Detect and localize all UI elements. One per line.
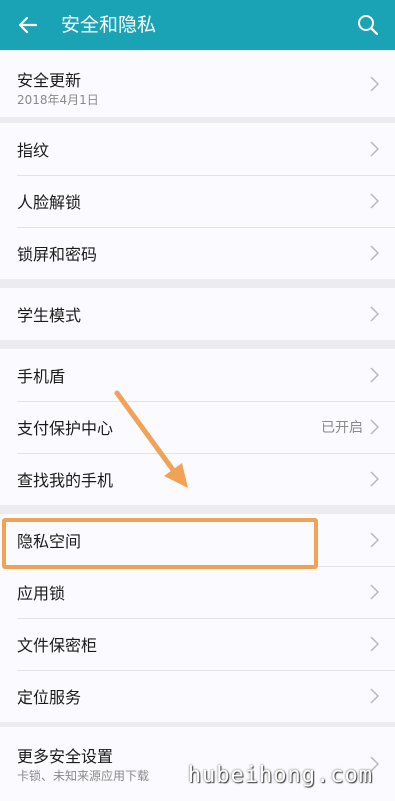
item-label: 指纹 (17, 141, 50, 160)
item-label: 学生模式 (17, 306, 82, 325)
group-protection: 手机盾 支付保护中心 已开启 查找我的手机 (0, 349, 395, 505)
chevron-right-icon (370, 471, 379, 487)
chevron-right-icon (370, 688, 379, 704)
item-subtitle: 卡锁、未知来源应用下载 (17, 769, 150, 783)
app-header: 安全和隐私 (0, 0, 395, 50)
settings-item-payment-protection[interactable]: 支付保护中心 已开启 (0, 401, 395, 453)
status-value: 已开启 (321, 420, 363, 436)
settings-item-find-my-phone[interactable]: 查找我的手机 (0, 453, 395, 505)
chevron-right-icon (370, 306, 379, 322)
chevron-right-icon (370, 367, 379, 383)
settings-item-file-safe[interactable]: 文件保密柜 (0, 618, 395, 670)
chevron-right-icon (370, 419, 379, 435)
settings-item-face-unlock[interactable]: 人脸解锁 (0, 175, 395, 227)
item-subtitle: 2018年4月1日 (17, 93, 99, 107)
settings-item-location-services[interactable]: 定位服务 (0, 670, 395, 722)
arrow-left-icon[interactable] (16, 13, 40, 37)
chevron-right-icon (370, 76, 379, 92)
settings-item-security-update[interactable]: 安全更新 2018年4月1日 (0, 51, 395, 117)
chevron-right-icon (370, 584, 379, 600)
item-label: 支付保护中心 (17, 419, 114, 438)
item-label: 锁屏和密码 (17, 245, 98, 264)
item-label: 安全更新 (17, 71, 82, 90)
chevron-right-icon (370, 193, 379, 209)
watermark: hubeihong.com (187, 763, 373, 788)
settings-item-app-lock[interactable]: 应用锁 (0, 566, 395, 618)
item-label: 文件保密柜 (17, 636, 98, 655)
highlight-box (2, 518, 318, 569)
group-security-update: 安全更新 2018年4月1日 (0, 51, 395, 117)
group-unlock: 指纹 人脸解锁 锁屏和密码 (0, 123, 395, 279)
item-label: 更多安全设置 (17, 747, 114, 766)
item-label: 手机盾 (17, 367, 66, 386)
chevron-right-icon (370, 245, 379, 261)
item-label: 查找我的手机 (17, 471, 114, 490)
chevron-right-icon (370, 141, 379, 157)
settings-item-fingerprint[interactable]: 指纹 (0, 123, 395, 175)
search-icon[interactable] (356, 13, 380, 37)
item-label: 人脸解锁 (17, 193, 82, 212)
item-label: 应用锁 (17, 584, 66, 603)
page-title: 安全和隐私 (61, 14, 157, 36)
group-student-mode: 学生模式 (0, 288, 395, 340)
chevron-right-icon (370, 532, 379, 548)
item-label: 定位服务 (17, 688, 82, 707)
chevron-right-icon (370, 636, 379, 652)
settings-item-student-mode[interactable]: 学生模式 (0, 288, 395, 340)
settings-item-lock-screen-password[interactable]: 锁屏和密码 (0, 227, 395, 279)
settings-item-phone-shield[interactable]: 手机盾 (0, 349, 395, 401)
